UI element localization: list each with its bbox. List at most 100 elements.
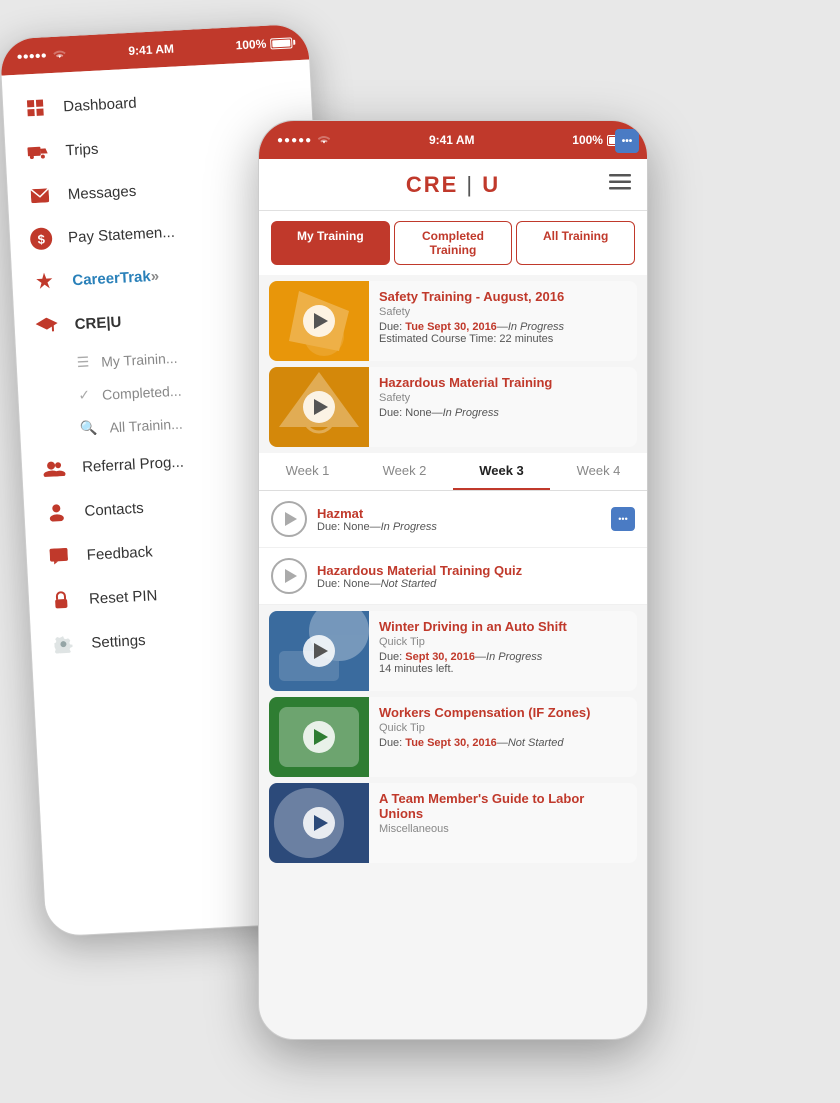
app-logo: CRE | U [406,172,500,198]
list-badge-hazmat: ••• [611,507,635,531]
tab-completed-training[interactable]: Completed Training [394,221,513,265]
check-icon: ✓ [78,386,91,404]
winter-info: Winter Driving in an Auto Shift Quick Ti… [369,611,631,691]
hazmat-due: Due: None—In Progress [379,407,621,419]
dollar-icon: $ [30,227,53,250]
safety-badges: ! [631,281,637,361]
phone-front: ●●●●● 9:41 AM 100% CRE | U [258,120,648,1040]
play-button-labor[interactable] [303,807,335,839]
winter-thumb [269,611,369,691]
comment-icon [46,544,71,569]
tab-my-training[interactable]: My Training [271,221,390,265]
scroll-area[interactable]: Safety Training - August, 2016 Safety Du… [259,275,647,869]
feedback-label: Feedback [86,543,153,563]
week-tabs: Week 1 Week 2 Week 3 Week 4 [259,453,647,491]
search-icon: 🔍 [80,419,98,437]
hazmat-category: Safety [379,392,621,404]
alltraining-sublabel: All Trainin... [109,415,183,435]
safety-due: Due: Tue Sept 30, 2016—In Progress [379,321,621,333]
safety-info: Safety Training - August, 2016 Safety Du… [369,281,631,361]
front-wifi-icon [317,135,331,145]
winter-badges: ! ••• [631,611,637,691]
front-signal: ●●●●● [277,135,312,146]
front-battery-pct: 100% [572,133,603,147]
back-time: 9:41 AM [128,42,174,58]
workers-due: Due: Tue Sept 30, 2016—Not Started [379,737,627,749]
course-card-safety-training[interactable]: Safety Training - August, 2016 Safety Du… [269,281,637,361]
career-icon [32,269,57,294]
hazmat-list-title: Hazmat [317,506,601,521]
workers-title: Workers Compensation (IF Zones) [379,705,627,720]
back-signal: ●●●●● [16,50,47,63]
labor-title: A Team Member's Guide to Labor Unions [379,791,627,821]
winter-category: Quick Tip [379,636,621,648]
messages-label: Messages [67,182,136,203]
graduation-icon [34,313,59,338]
scene: ●●●●● 9:41 AM 100% Dashboard Trips [0,0,840,1103]
lock-icon [49,588,74,613]
course-card-hazmat-training[interactable]: Hazardous Material Training Safety Due: … [269,367,637,447]
play-button-workers[interactable] [303,721,335,753]
winter-due: Due: Sept 30, 2016—In Progress [379,651,621,663]
gear-icon [51,632,76,657]
course-card-labor-unions[interactable]: A Team Member's Guide to Labor Unions Mi… [269,783,637,863]
safety-category: Safety [379,306,621,318]
people-icon [42,456,67,481]
safety-thumb [269,281,369,361]
envelope-icon [27,183,52,208]
mytraining-sublabel: My Trainin... [101,349,178,369]
list-item-hazmat[interactable]: Hazmat Due: None—In Progress ••• [259,491,647,548]
week-tab-1[interactable]: Week 1 [259,453,356,490]
tab-all-training[interactable]: All Training [516,221,635,265]
workers-info: Workers Compensation (IF Zones) Quick Ti… [369,697,637,777]
completed-sublabel: Completed... [102,382,182,402]
pay-label: Pay Statemen... [68,223,175,246]
week-tab-3[interactable]: Week 3 [453,453,550,490]
play-button-winter[interactable] [303,635,335,667]
referral-label: Referral Prog... [82,453,184,475]
hazmat-list-due: Due: None—In Progress [317,521,601,533]
creu-label: CRE|U [74,313,122,332]
play-circle-hazmat[interactable] [271,501,307,537]
logo-u: U [482,172,500,197]
quiz-list-title: Hazardous Material Training Quiz [317,563,635,578]
dashboard-label: Dashboard [63,94,137,115]
back-battery-pct: 100% [235,37,266,53]
labor-category: Miscellaneous [379,823,627,835]
settings-label: Settings [91,631,146,651]
front-time: 9:41 AM [429,133,475,147]
logo-cre: CRE [406,172,458,197]
safety-title: Safety Training - August, 2016 [379,289,621,304]
hazmat-title: Hazardous Material Training [379,375,621,390]
labor-info: A Team Member's Guide to Labor Unions Mi… [369,783,637,863]
play-button-1[interactable] [303,305,335,337]
careertrak-label: CareerTrak» [72,267,160,289]
menu-button[interactable] [609,173,631,196]
course-card-workers-comp[interactable]: Workers Compensation (IF Zones) Quick Ti… [269,697,637,777]
play-circle-quiz[interactable] [271,558,307,594]
list-icon: ☰ [76,353,89,371]
course-card-winter-driving[interactable]: Winter Driving in an Auto Shift Quick Ti… [269,611,637,691]
back-wifi-icon [53,49,68,60]
front-status-bar: ●●●●● 9:41 AM 100% [259,121,647,159]
hazmat-list-info: Hazmat Due: None—In Progress [317,506,601,533]
workers-thumb [269,697,369,777]
winter-title: Winter Driving in an Auto Shift [379,619,621,634]
week-tab-2[interactable]: Week 2 [356,453,453,490]
contacts-label: Contacts [84,499,144,519]
labor-thumb [269,783,369,863]
hazmat-badges: ••• [631,367,637,447]
resetpin-label: Reset PIN [89,587,158,608]
hazmat-thumb [269,367,369,447]
person-icon [44,500,69,525]
safety-time: Estimated Course Time: 22 minutes [379,333,621,345]
truck-icon [25,139,50,164]
winter-extra: 14 minutes left. [379,663,621,675]
workers-category: Quick Tip [379,722,627,734]
quiz-list-due: Due: None—Not Started [317,578,635,590]
week-tab-4[interactable]: Week 4 [550,453,647,490]
play-button-2[interactable] [303,391,335,423]
list-item-quiz[interactable]: Hazardous Material Training Quiz Due: No… [259,548,647,605]
back-battery-icon [270,37,293,49]
grid-icon [23,95,48,120]
